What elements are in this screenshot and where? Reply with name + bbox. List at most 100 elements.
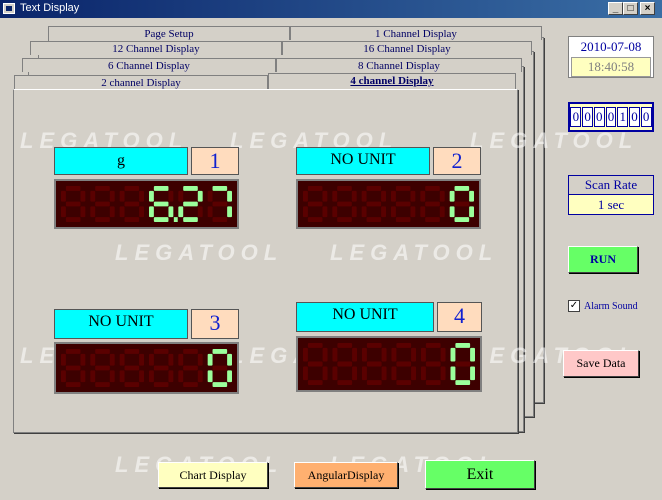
segment <box>149 206 154 218</box>
segment <box>95 365 110 371</box>
segment <box>362 347 367 362</box>
channel-3-unit: NO UNIT <box>54 309 188 339</box>
tab-16-channel[interactable]: 16 Channel Display <box>282 41 532 55</box>
segment <box>90 370 96 383</box>
segment <box>332 366 338 381</box>
segment <box>65 217 81 222</box>
segment <box>227 353 232 366</box>
segment <box>396 380 412 385</box>
segment <box>411 347 416 362</box>
channel-1-unit: g <box>54 147 188 175</box>
seven-segment-display <box>61 186 232 222</box>
segment <box>153 382 169 387</box>
segment <box>124 217 140 222</box>
run-button[interactable]: RUN <box>568 246 638 273</box>
segment <box>183 186 198 191</box>
segment <box>197 206 203 218</box>
segment <box>337 343 353 348</box>
seven-segment-display <box>61 349 232 387</box>
segment <box>470 347 475 362</box>
segment <box>361 206 367 218</box>
segment <box>212 217 228 222</box>
segment <box>337 361 353 367</box>
segment <box>454 186 470 191</box>
date-display: 2010-07-08 <box>580 39 642 54</box>
segment <box>212 186 228 191</box>
counter-digit: 0 <box>640 107 652 127</box>
segment <box>153 349 169 354</box>
segment <box>391 206 396 218</box>
tab-12-channel[interactable]: 12 Channel Display <box>30 41 282 55</box>
segment <box>352 366 357 381</box>
segment <box>178 370 184 383</box>
segment <box>303 190 308 202</box>
scan-rate-value[interactable]: 1 sec <box>569 195 653 215</box>
segment <box>183 382 198 387</box>
segment <box>455 361 471 367</box>
segment <box>303 366 308 381</box>
segment <box>227 370 232 383</box>
segment <box>425 186 440 191</box>
segment <box>381 206 386 218</box>
segment <box>307 380 323 385</box>
minimize-icon[interactable]: _ <box>608 2 623 15</box>
tab-1-channel[interactable]: 1 Channel Display <box>290 26 542 40</box>
segment <box>366 217 382 222</box>
channel-2-lcd <box>296 179 481 229</box>
segment <box>322 206 328 218</box>
segment <box>139 206 144 218</box>
segment <box>109 206 115 218</box>
angular-display-button[interactable]: AngularDisplay <box>294 462 398 488</box>
segment <box>454 217 470 222</box>
tab-4-channel[interactable]: 4 channel Display <box>268 73 516 89</box>
segment <box>149 190 154 202</box>
segment <box>421 347 426 362</box>
segment <box>109 190 115 202</box>
segment <box>337 380 353 385</box>
alarm-sound-checkbox[interactable]: ✓ <box>568 300 580 312</box>
segment <box>307 343 323 348</box>
tab-6-channel[interactable]: 6 Channel Display <box>22 58 276 72</box>
segment <box>366 380 382 385</box>
segment <box>449 190 455 202</box>
segment <box>61 370 66 383</box>
segment <box>197 353 203 366</box>
segment <box>450 366 456 381</box>
maximize-icon[interactable]: □ <box>623 2 638 15</box>
segment <box>470 366 475 381</box>
segment <box>449 206 455 218</box>
segment <box>119 190 125 202</box>
segment <box>366 361 382 367</box>
segment <box>80 370 86 383</box>
save-data-button[interactable]: Save Data <box>563 350 639 377</box>
segment <box>440 347 446 362</box>
tab-2-channel[interactable]: 2 channel Display <box>14 75 268 89</box>
tab-page-setup[interactable]: Page Setup <box>48 26 290 40</box>
segment <box>80 190 86 202</box>
segment <box>139 353 144 366</box>
segment <box>65 365 81 371</box>
tab-8-channel[interactable]: 8 Channel Display <box>276 58 522 72</box>
segment <box>153 201 169 207</box>
alarm-sound-option[interactable]: ✓ Alarm Sound <box>568 299 638 313</box>
channel-3-number: 3 <box>191 309 239 339</box>
segment <box>168 206 174 218</box>
chart-display-button[interactable]: Chart Display <box>158 462 268 488</box>
segment <box>61 190 66 202</box>
segment <box>391 347 397 362</box>
segment <box>119 206 125 218</box>
segment <box>381 366 387 381</box>
segment <box>439 190 445 202</box>
segment <box>153 186 169 191</box>
exit-button[interactable]: Exit <box>425 460 535 489</box>
segment <box>124 186 140 191</box>
segment <box>124 382 140 387</box>
close-icon[interactable]: × <box>640 2 655 15</box>
segment <box>381 347 387 362</box>
segment <box>396 343 412 348</box>
segment <box>227 206 232 218</box>
segment <box>352 347 357 362</box>
segment <box>366 343 382 348</box>
segment <box>90 353 96 366</box>
segment <box>80 353 86 366</box>
